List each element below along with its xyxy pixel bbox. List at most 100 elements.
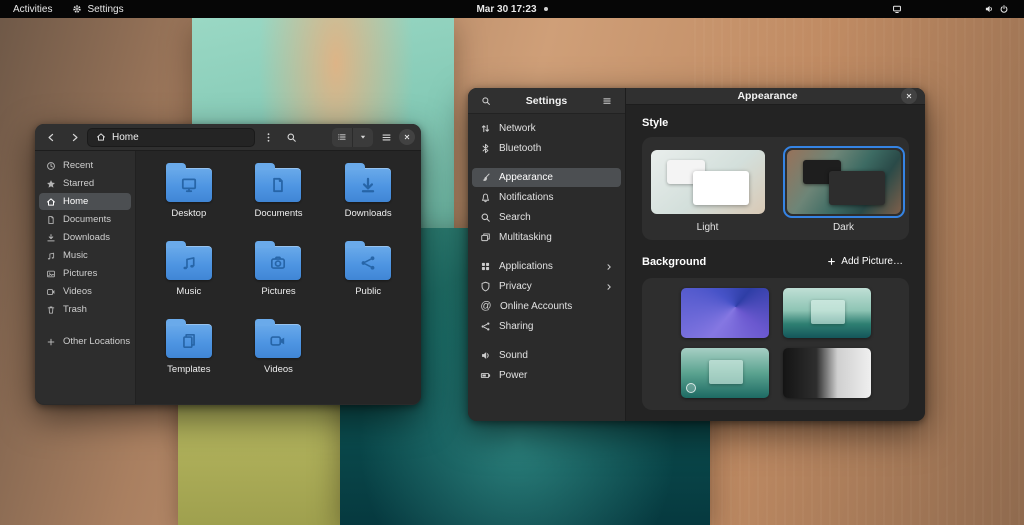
settings-item-network[interactable]: Network xyxy=(472,119,621,138)
style-card: Light Dark xyxy=(642,137,909,240)
search-icon xyxy=(287,133,296,142)
settings-search-button[interactable] xyxy=(476,91,496,111)
list-view-icon xyxy=(338,134,346,140)
wallpaper-thumb-black-white-photo[interactable] xyxy=(782,348,871,398)
sidebar-item-starred[interactable]: Starred xyxy=(39,175,131,192)
screen-share-indicator[interactable] xyxy=(883,0,911,18)
chevron-right-icon xyxy=(605,283,613,291)
app-menu-label: Settings xyxy=(87,3,124,15)
light-style-preview xyxy=(650,150,765,214)
sidebar-item-documents[interactable]: Documents xyxy=(39,211,131,228)
wallpaper-thumb-purple-geometric[interactable] xyxy=(680,288,769,338)
settings-menu-button[interactable] xyxy=(597,91,617,111)
back-button[interactable] xyxy=(41,127,61,147)
settings-item-sound[interactable]: Sound xyxy=(472,346,621,365)
app-menu-button[interactable]: Settings xyxy=(63,0,132,18)
desktop: Activities Settings Mar 30 17:23 Home Re… xyxy=(0,0,1024,525)
wallpaper-detail xyxy=(708,360,743,384)
wallpaper-thumb-teal-landscape-light[interactable] xyxy=(782,288,871,338)
photo-icon xyxy=(47,270,55,277)
settings-item-privacy[interactable]: Privacy xyxy=(472,277,621,296)
settings-item-multitasking[interactable]: Multitasking xyxy=(472,228,621,247)
view-options-button[interactable] xyxy=(352,127,373,147)
forward-button[interactable] xyxy=(64,127,84,147)
volume-icon xyxy=(985,5,992,13)
folder-desktop[interactable]: Desktop xyxy=(144,163,234,237)
sidebar-item-music[interactable]: Music xyxy=(39,247,131,264)
files-close-button[interactable] xyxy=(399,129,415,145)
document-icon xyxy=(48,215,54,224)
files-menu-button[interactable] xyxy=(376,127,396,147)
sidebar-item-recent[interactable]: Recent xyxy=(39,157,131,174)
folder-icon xyxy=(255,319,302,358)
folder-videos[interactable]: Videos xyxy=(234,319,324,393)
folder-documents[interactable]: Documents xyxy=(234,163,324,237)
folder-downloads[interactable]: Downloads xyxy=(323,163,413,237)
kebab-menu-icon xyxy=(267,132,269,142)
arrow-down-icon xyxy=(361,177,375,193)
settings-window: Settings Network Bluetooth Appearance No… xyxy=(468,88,925,421)
path-bar[interactable]: Home xyxy=(87,127,255,147)
add-picture-button[interactable]: Add Picture… xyxy=(821,253,909,270)
style-option-label: Dark xyxy=(832,222,855,233)
home-icon xyxy=(97,133,105,141)
share-icon xyxy=(481,322,490,331)
files-window: Home Recent Starred Home Documents Downl… xyxy=(35,124,421,405)
files-headerbar: Home xyxy=(35,124,421,151)
folder-icon xyxy=(255,163,302,202)
files-sidebar: Recent Starred Home Documents Downloads xyxy=(35,151,136,404)
folder-templates[interactable]: Templates xyxy=(144,319,234,393)
clock-button[interactable]: Mar 30 17:23 xyxy=(467,0,556,18)
bluetooth-icon xyxy=(482,143,489,154)
settings-item-sharing[interactable]: Sharing xyxy=(472,317,621,336)
page-title: Appearance xyxy=(737,90,798,102)
search-icon xyxy=(482,96,490,105)
clock-icon xyxy=(47,161,55,170)
settings-item-power[interactable]: Power xyxy=(472,366,621,385)
style-option-light[interactable]: Light xyxy=(647,146,769,233)
folder-music[interactable]: Music xyxy=(144,241,234,315)
shield-icon xyxy=(481,281,490,292)
style-option-label: Light xyxy=(696,222,719,233)
preview-window-front xyxy=(828,171,885,205)
power-icon xyxy=(1000,5,1008,13)
sidebar-item-videos[interactable]: Videos xyxy=(39,283,131,300)
chevron-right-icon xyxy=(72,133,78,141)
wallpaper-thumb-teal-landscape[interactable] xyxy=(680,348,769,398)
settings-item-bluetooth[interactable]: Bluetooth xyxy=(472,139,621,158)
sidebar-item-pictures[interactable]: Pictures xyxy=(39,265,131,282)
caret-down-icon xyxy=(360,135,366,139)
at-icon: @ xyxy=(480,300,492,312)
music-note-icon xyxy=(183,257,195,270)
multitasking-icon xyxy=(481,233,490,242)
sidebar-item-trash[interactable]: Trash xyxy=(39,301,131,318)
style-option-dark[interactable]: Dark xyxy=(782,146,905,233)
video-camera-icon xyxy=(270,336,285,346)
close-icon xyxy=(906,93,912,99)
clock-label: Mar 30 17:23 xyxy=(476,3,537,15)
video-icon xyxy=(47,288,55,295)
settings-title: Settings xyxy=(525,94,568,107)
trash-icon xyxy=(47,305,55,314)
network-icon xyxy=(481,124,490,133)
settings-item-notifications[interactable]: Notifications xyxy=(472,188,621,207)
sidebar-item-downloads[interactable]: Downloads xyxy=(39,229,131,246)
folder-public[interactable]: Public xyxy=(323,241,413,315)
appearance-page: Style Light Dark Background Add Picture… xyxy=(626,105,925,422)
settings-close-button[interactable] xyxy=(901,88,917,104)
activities-button[interactable]: Activities xyxy=(4,0,61,18)
folder-icon xyxy=(165,163,212,202)
settings-item-appearance[interactable]: Appearance xyxy=(472,168,621,187)
sidebar-item-home[interactable]: Home xyxy=(39,193,131,210)
system-menu-button[interactable] xyxy=(975,0,1018,18)
settings-item-applications[interactable]: Applications xyxy=(472,257,621,276)
folder-pictures[interactable]: Pictures xyxy=(234,241,324,315)
settings-item-search[interactable]: Search xyxy=(472,208,621,227)
settings-item-online-accounts[interactable]: @ Online Accounts xyxy=(472,297,621,316)
list-view-button[interactable] xyxy=(332,128,352,147)
sidebar-item-other-locations[interactable]: Other Locations xyxy=(39,333,131,350)
files-search-button[interactable] xyxy=(281,127,301,147)
path-menu-button[interactable] xyxy=(258,127,278,147)
share-icon xyxy=(361,256,375,270)
screen-share-icon xyxy=(893,5,901,13)
